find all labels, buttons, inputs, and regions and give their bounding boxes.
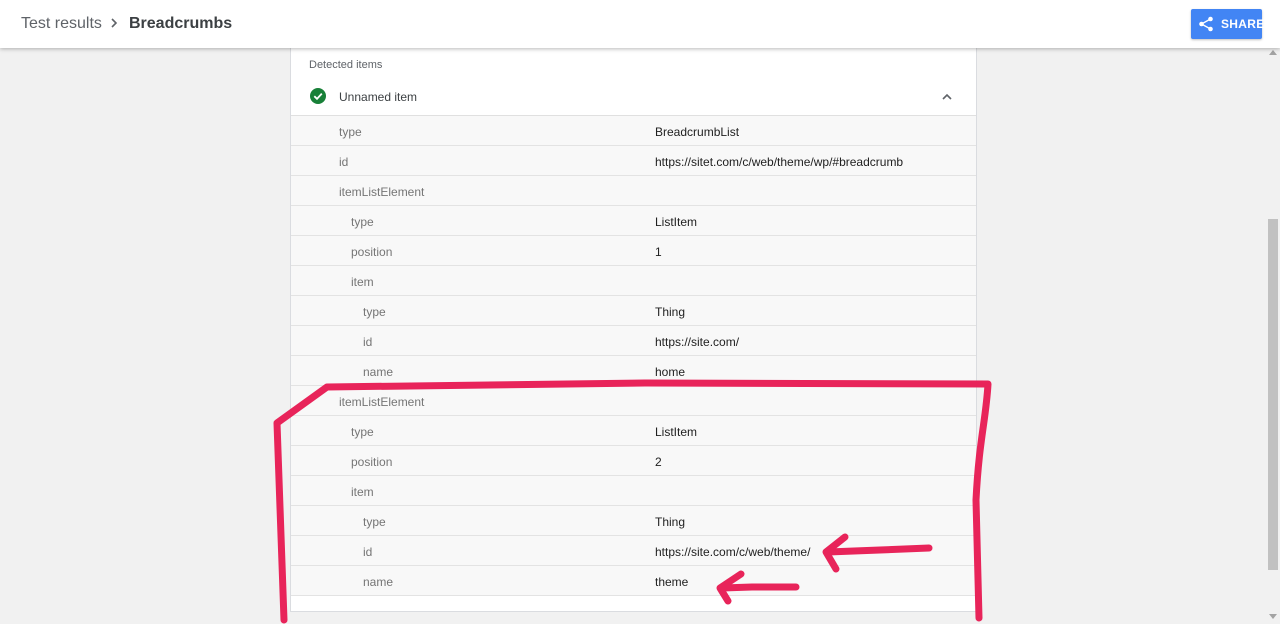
table-row: item (291, 476, 976, 506)
property-key: item (351, 485, 374, 499)
property-key: position (351, 245, 393, 259)
property-value: BreadcrumbList (655, 125, 740, 139)
table-row: id https://site.com/ (291, 326, 976, 356)
property-value: home (655, 365, 686, 379)
property-value: 2 (655, 455, 662, 469)
share-button[interactable]: SHARE (1191, 9, 1265, 39)
check-circle-icon (310, 88, 326, 109)
property-value: theme (655, 575, 689, 589)
property-value: Thing (655, 305, 686, 319)
table-row: type Thing (291, 296, 976, 326)
property-key: type (351, 215, 374, 229)
property-key: id (339, 155, 349, 169)
properties-table: type BreadcrumbList id https://sitet.com/c/… (291, 116, 976, 596)
table-row: position 1 (291, 236, 976, 266)
property-key: id (363, 545, 373, 559)
table-row: id https://site.com/c/web/theme/ (291, 536, 976, 566)
table-row: type ListItem (291, 206, 976, 236)
table-row: type BreadcrumbList (291, 116, 976, 146)
table-row: name home (291, 356, 976, 386)
scroll-thumb[interactable] (1268, 219, 1278, 570)
detected-items-card: Detected items Unnamed item type Breadcru… (290, 48, 977, 612)
scroll-up-arrow[interactable] (1269, 50, 1277, 55)
property-key: item (351, 275, 374, 289)
property-key: name (363, 365, 394, 379)
table-row: position 2 (291, 446, 976, 476)
property-key: itemListElement (339, 185, 425, 199)
page-scrollbar[interactable] (1266, 48, 1280, 624)
property-value: https://site.com/ (655, 335, 740, 349)
property-key: type (351, 425, 374, 439)
property-key: id (363, 335, 373, 349)
share-button-label: SHARE (1221, 17, 1265, 31)
property-key: itemListElement (339, 395, 425, 409)
property-value: https://site.com/c/web/theme/ (655, 545, 811, 559)
chevron-up-icon[interactable] (939, 89, 955, 105)
property-key: type (339, 125, 362, 139)
property-value: https://sitet.com/c/web/theme/wp/#breadc… (655, 155, 904, 169)
item-header[interactable]: Unnamed item (291, 79, 976, 116)
table-row: type Thing (291, 506, 976, 536)
table-row: item (291, 266, 976, 296)
property-key: type (363, 515, 386, 529)
property-key: name (363, 575, 394, 589)
table-row: id https://sitet.com/c/web/theme/wp/#brea… (291, 146, 976, 176)
table-row: type ListItem (291, 416, 976, 446)
section-title: Detected items (309, 59, 383, 71)
property-key: type (363, 305, 386, 319)
item-title: Unnamed item (339, 90, 418, 104)
breadcrumb-test-results[interactable]: Test results (21, 15, 102, 33)
table-row: name theme (291, 566, 976, 596)
property-value: ListItem (655, 425, 698, 439)
chevron-right-icon (108, 16, 120, 30)
property-value: ListItem (655, 215, 698, 229)
top-app-bar: Test results Breadcrumbs SHARE (0, 0, 1280, 48)
page-title: Breadcrumbs (129, 15, 233, 32)
property-value: 1 (655, 245, 662, 259)
property-key: position (351, 455, 393, 469)
table-row: itemListElement (291, 176, 976, 206)
scroll-down-arrow[interactable] (1269, 614, 1277, 619)
property-value: Thing (655, 515, 686, 529)
table-row: itemListElement (291, 386, 976, 416)
share-icon (1199, 16, 1213, 32)
